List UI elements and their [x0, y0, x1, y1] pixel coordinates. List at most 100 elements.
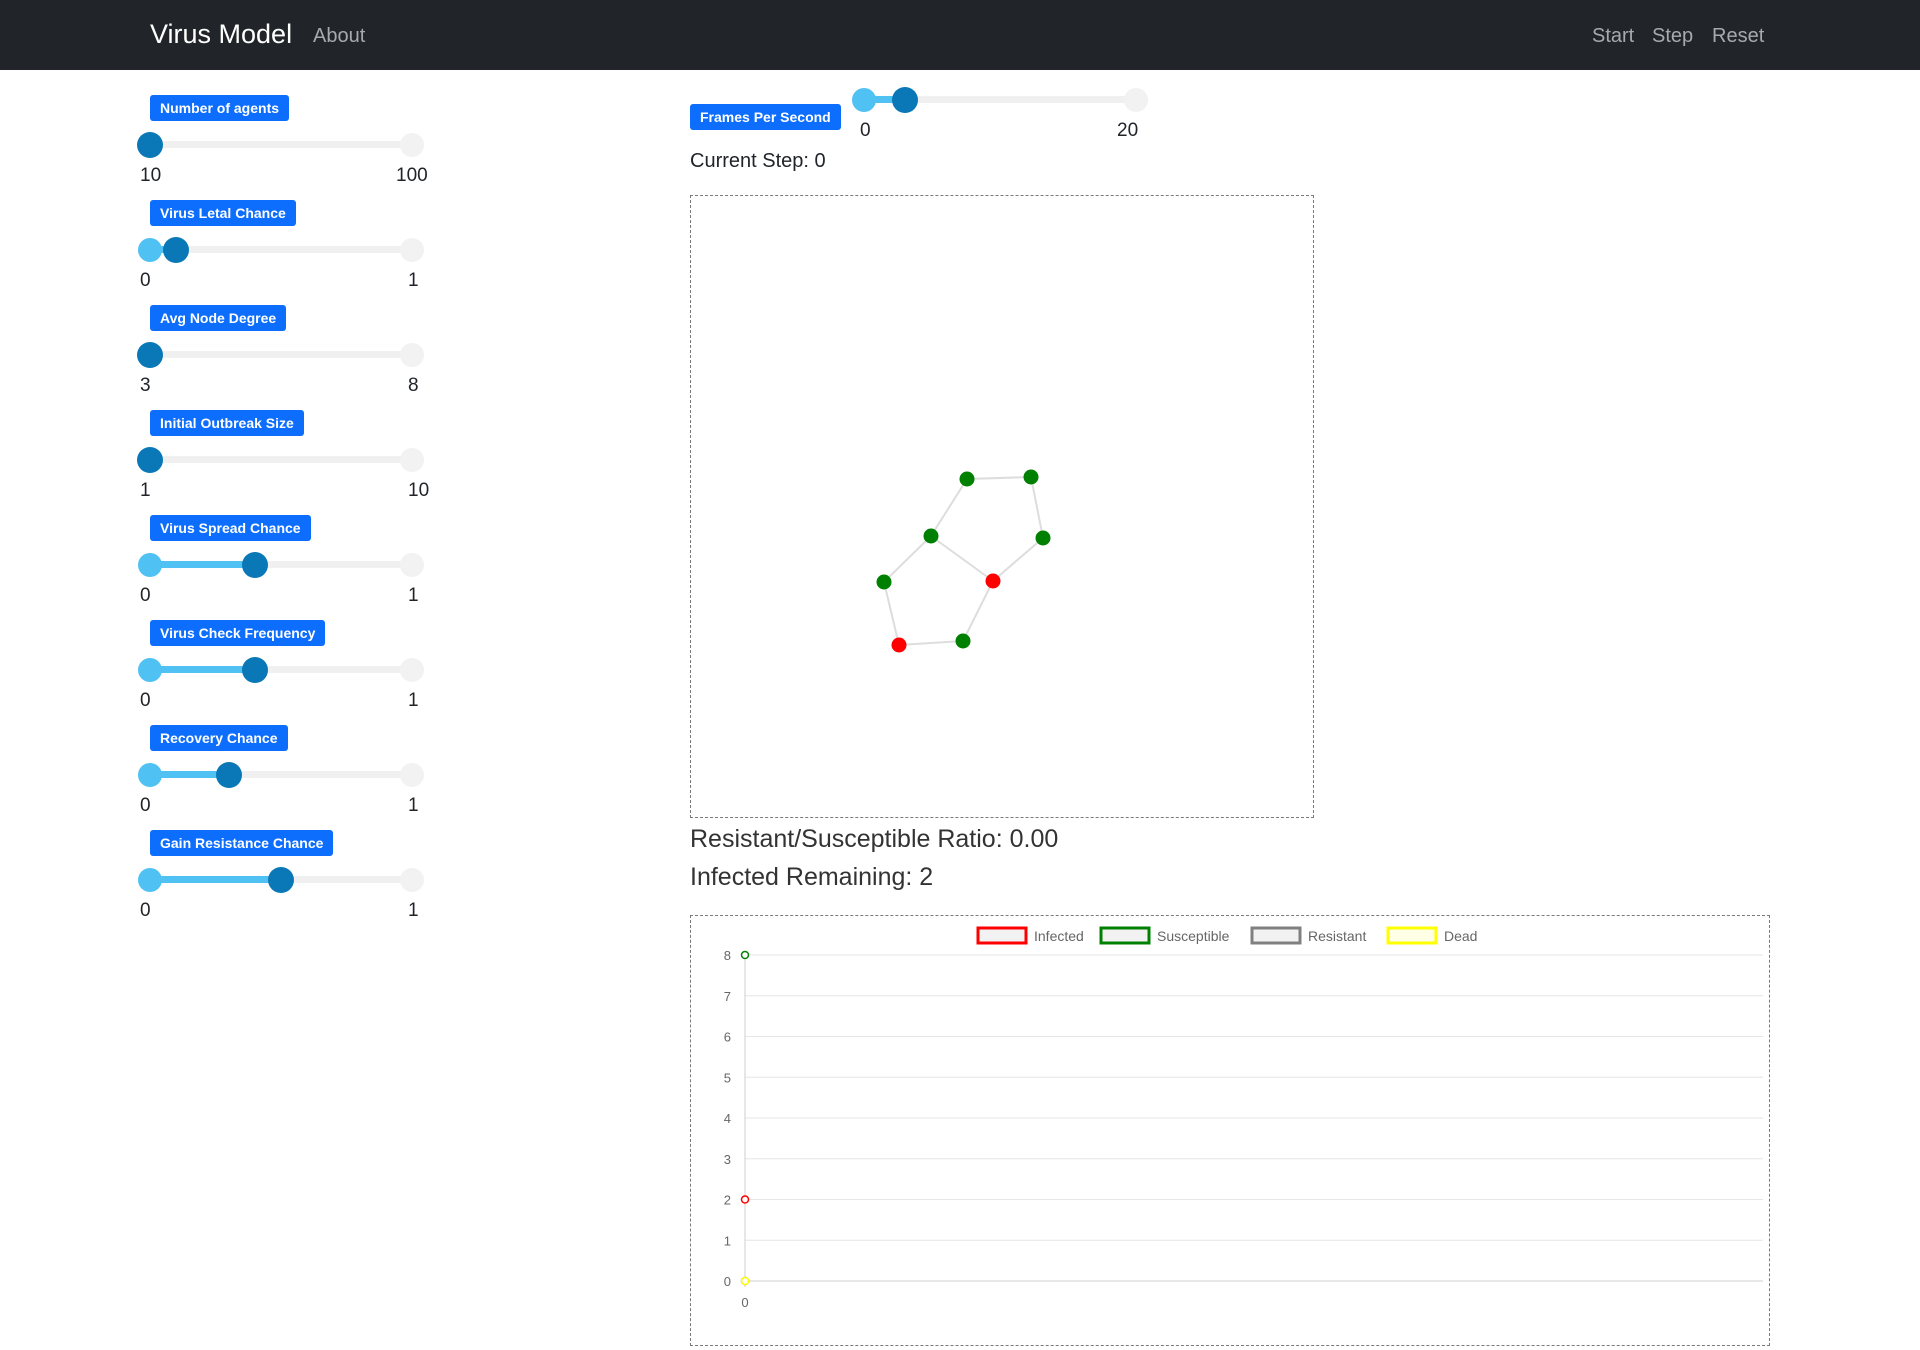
number-of-agents-slider[interactable] [136, 130, 436, 160]
recovery-chance-slider-max-knob [400, 763, 424, 787]
data-point-infected[interactable] [740, 1195, 750, 1204]
recovery-chance-label: Recovery Chance [150, 725, 288, 751]
virus-letal-chance-slider-track[interactable] [150, 246, 422, 253]
virus-spread-chance-slider-handle[interactable] [241, 552, 268, 578]
nav-about-link[interactable]: About [313, 25, 365, 48]
virus-check-frequency-slider-handle[interactable] [241, 657, 268, 683]
y-tick-label: 7 [724, 989, 731, 1004]
network-node-susceptible[interactable] [1023, 469, 1039, 485]
virus-letal-chance-control: Virus Letal Chance 0 1 [136, 200, 456, 305]
virus-spread-chance-control: Virus Spread Chance 0 1 [136, 515, 456, 620]
avg-node-degree-slider-max-knob [400, 343, 424, 367]
data-point-dead[interactable] [740, 1276, 750, 1286]
legend-swatch-infected[interactable] [976, 926, 1028, 945]
avg-node-degree-min-value: 3 [140, 375, 151, 396]
number-of-agents-slider-max-knob [400, 133, 424, 157]
legend-swatch-susceptible[interactable] [1099, 926, 1151, 945]
virus-letal-chance-slider-min-knob [138, 238, 162, 262]
network-edge [1030, 476, 1044, 539]
gain-resistance-chance-control: Gain Resistance Chance 0 1 [136, 830, 456, 935]
gain-resistance-chance-min-value: 0 [140, 900, 151, 921]
recovery-chance-slider-track[interactable] [150, 771, 422, 778]
step-button[interactable]: Step [1652, 25, 1693, 48]
virus-letal-chance-max-value: 1 [408, 270, 419, 291]
network-graph [690, 195, 1314, 818]
y-tick-label: 0 [724, 1274, 731, 1289]
recovery-chance-control: Recovery Chance 0 1 [136, 725, 456, 830]
network-edge [883, 535, 932, 583]
current-step-text: Current Step: 0 [690, 150, 826, 172]
avg-node-degree-control: Avg Node Degree 3 8 [136, 305, 456, 410]
y-tick-label: 1 [724, 1233, 731, 1248]
initial-outbreak-size-min-value: 1 [140, 480, 151, 501]
initial-outbreak-size-slider-max-knob [400, 448, 424, 472]
virus-spread-chance-slider[interactable] [136, 550, 436, 580]
virus-letal-chance-min-value: 0 [140, 270, 151, 291]
initial-outbreak-size-slider[interactable] [136, 445, 436, 475]
virus-spread-chance-slider-track[interactable] [150, 561, 422, 568]
network-node-susceptible[interactable] [955, 633, 971, 649]
gain-resistance-chance-slider-fill [150, 876, 281, 883]
virus-check-frequency-control: Virus Check Frequency 0 1 [136, 620, 456, 725]
network-node-infected[interactable] [891, 637, 907, 653]
gain-resistance-chance-slider[interactable] [136, 865, 436, 895]
recovery-chance-slider[interactable] [136, 760, 436, 790]
fps-slider-handle[interactable] [891, 87, 918, 113]
brand-title[interactable]: Virus Model [150, 19, 292, 50]
gain-resistance-chance-slider-handle[interactable] [268, 867, 294, 893]
avg-node-degree-slider-track[interactable] [150, 351, 422, 358]
network-node-susceptible[interactable] [1035, 530, 1051, 546]
network-node-infected[interactable] [985, 573, 1001, 589]
legend-label-dead[interactable]: Dead [1444, 928, 1477, 944]
number-of-agents-min-value: 10 [140, 165, 162, 186]
virus-spread-chance-min-value: 0 [140, 585, 151, 606]
fps-max-label: 20 [1117, 120, 1139, 141]
resistant-susceptible-ratio: Resistant/Susceptible Ratio: 0.00 [690, 825, 1059, 853]
virus-check-frequency-slider-min-knob [138, 658, 162, 682]
start-button[interactable]: Start [1592, 25, 1634, 48]
number-of-agents-max-value: 100 [396, 165, 428, 186]
initial-outbreak-size-slider-track[interactable] [150, 456, 422, 463]
legend-label-infected[interactable]: Infected [1034, 928, 1084, 944]
population-chart: Infected Susceptible Resistant Dead 0 1 2 3 4 5 6 7… [690, 915, 1770, 1346]
initial-outbreak-size-slider-handle[interactable] [137, 447, 163, 473]
number-of-agents-slider-handle[interactable] [137, 132, 163, 158]
avg-node-degree-slider-handle[interactable] [137, 342, 163, 368]
fps-label: Frames Per Second [690, 104, 841, 130]
avg-node-degree-label: Avg Node Degree [150, 305, 287, 331]
recovery-chance-slider-handle[interactable] [215, 762, 242, 788]
legend-label-susceptible[interactable]: Susceptible [1157, 928, 1230, 944]
virus-check-frequency-slider[interactable] [136, 655, 436, 685]
virus-check-frequency-label: Virus Check Frequency [150, 620, 326, 646]
y-tick-label: 2 [724, 1193, 731, 1208]
network-edge [966, 476, 1032, 480]
number-of-agents-label: Number of agents [150, 95, 290, 121]
network-node-susceptible[interactable] [959, 471, 975, 487]
legend-swatch-resistant[interactable] [1250, 926, 1302, 945]
virus-letal-chance-slider[interactable] [136, 235, 436, 265]
network-graph-canvas [876, 469, 1051, 653]
network-node-susceptible[interactable] [876, 574, 892, 590]
network-edge [930, 535, 994, 582]
avg-node-degree-slider[interactable] [136, 340, 436, 370]
virus-spread-chance-slider-min-knob [138, 553, 162, 577]
fps-slider[interactable] [850, 85, 1150, 115]
recovery-chance-min-value: 0 [140, 795, 151, 816]
population-chart-canvas: Infected Susceptible Resistant Dead 0 1 2 3 4 5 6 7… [724, 926, 1763, 1310]
legend-swatch-dead[interactable] [1386, 926, 1438, 945]
navbar: Virus Model About Start Step Reset [0, 0, 1920, 70]
initial-outbreak-size-max-value: 10 [408, 480, 430, 501]
infected-remaining: Infected Remaining: 2 [690, 863, 934, 891]
data-point-susceptible[interactable] [740, 950, 750, 960]
initial-outbreak-size-label: Initial Outbreak Size [150, 410, 304, 436]
recovery-chance-max-value: 1 [408, 795, 419, 816]
network-node-susceptible[interactable] [923, 528, 939, 544]
reset-button[interactable]: Reset [1712, 25, 1764, 48]
virus-letal-chance-slider-handle[interactable] [163, 237, 190, 263]
virus-spread-chance-slider-max-knob [400, 553, 424, 577]
virus-check-frequency-slider-track[interactable] [150, 666, 422, 673]
legend-label-resistant[interactable]: Resistant [1308, 928, 1366, 944]
number-of-agents-slider-track[interactable] [150, 141, 422, 148]
number-of-agents-control: Number of agents 10 100 [136, 95, 456, 200]
gain-resistance-chance-label: Gain Resistance Chance [150, 830, 334, 856]
